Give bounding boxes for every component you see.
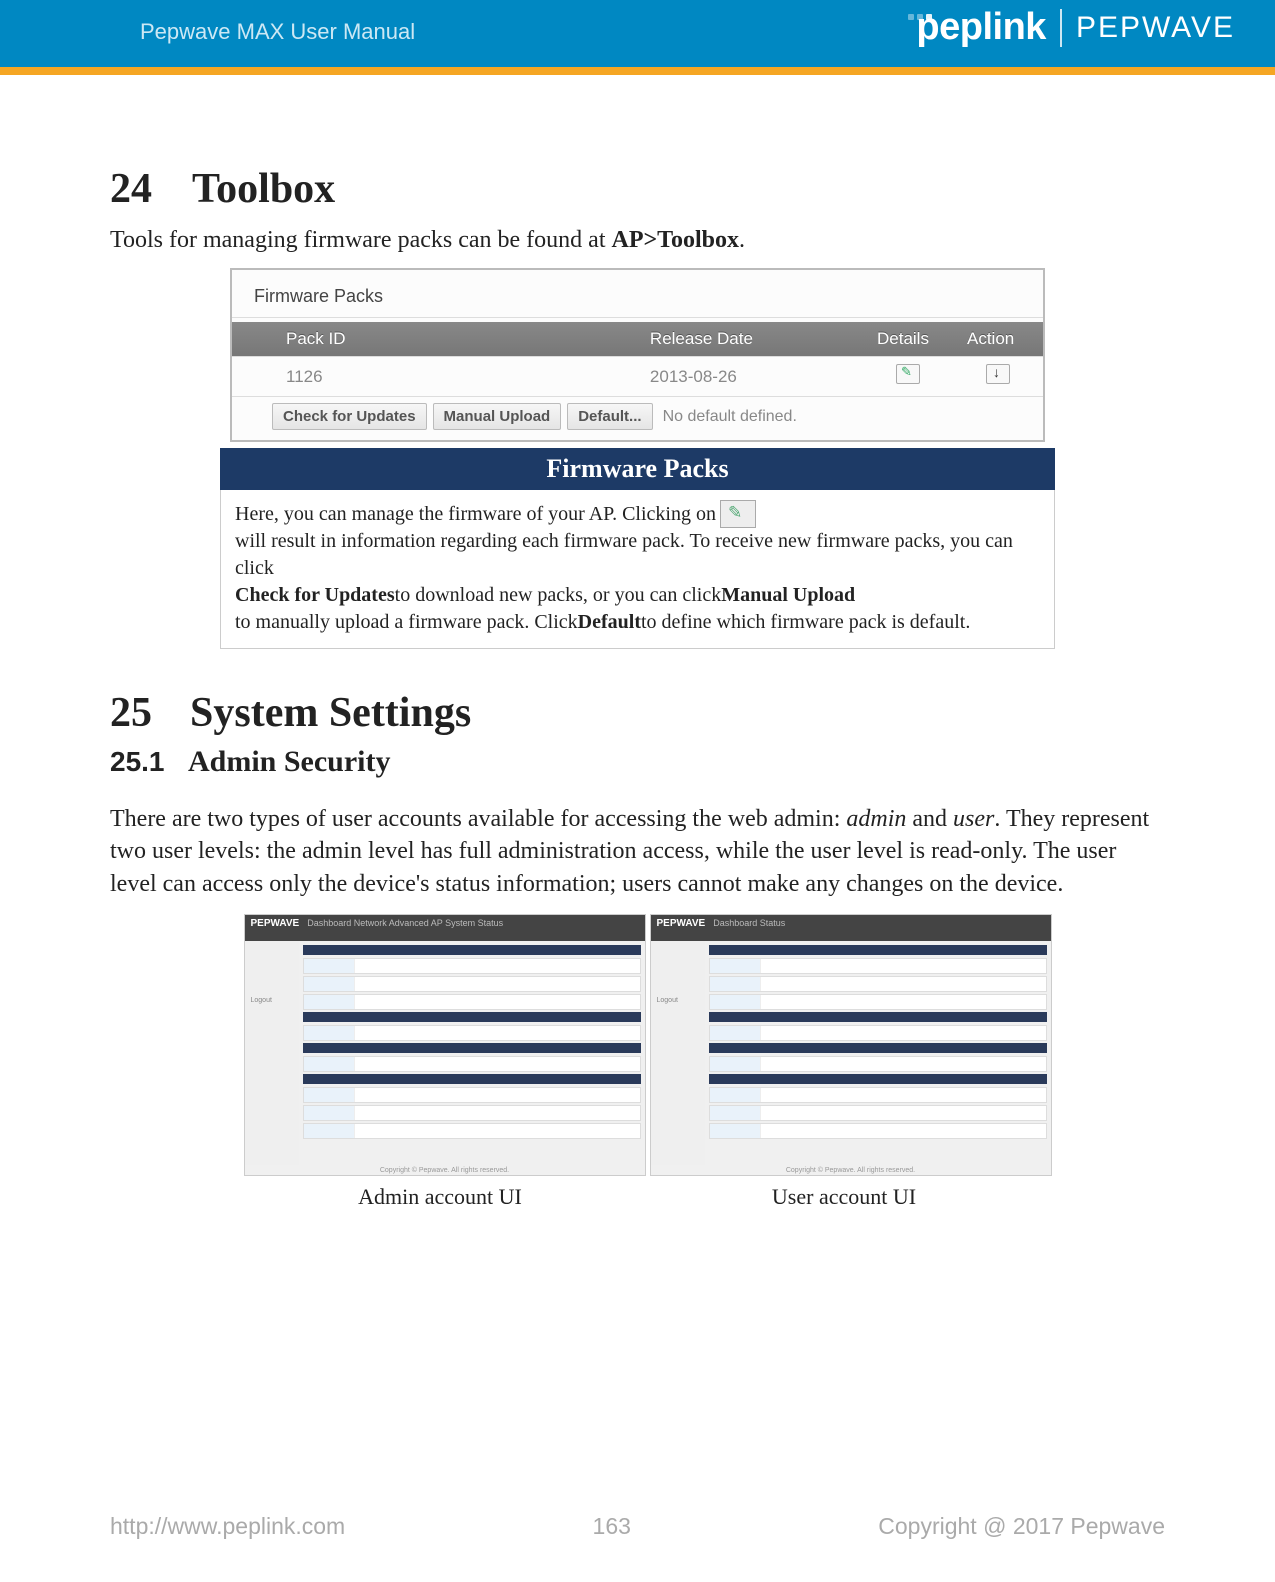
info-box: Here, you can manage the firmware of you…	[220, 490, 1055, 649]
manual-title: Pepwave MAX User Manual	[140, 19, 415, 45]
col-action: Action	[953, 322, 1043, 357]
cell-release-date: 2013-08-26	[636, 357, 863, 397]
inline-details-icon	[720, 500, 756, 528]
fp-panel-title: Firmware Packs	[232, 280, 1043, 318]
col-release-date: Release Date	[636, 322, 863, 357]
brand-pepwave: PEPWAVE	[1076, 11, 1235, 45]
footer-page-number: 163	[593, 1513, 631, 1540]
section-24-title: Toolbox	[192, 166, 335, 212]
default-button[interactable]: Default...	[567, 403, 652, 430]
footer-url[interactable]: http://www.peplink.com	[110, 1513, 345, 1540]
caption-user: User account UI	[644, 1184, 1044, 1210]
brand-block: peplink PEPWAVE	[916, 14, 1235, 49]
top-banner: Pepwave MAX User Manual peplink PEPWAVE	[0, 0, 1275, 75]
info-title-bar: Firmware Packs	[220, 448, 1055, 490]
caption-admin: Admin account UI	[240, 1184, 640, 1210]
firmware-packs-screenshot: Firmware Packs Pack ID Release Date Deta…	[230, 268, 1045, 442]
user-ui-screenshot: PEPWAVE Dashboard Status Logout	[650, 914, 1052, 1176]
section-24-heading: 24Toolbox	[110, 165, 1165, 213]
section-25-heading: 25System Settings	[110, 689, 1165, 737]
table-row: 1126 2013-08-26	[232, 357, 1043, 397]
ui-screenshots-row: PEPWAVE Dashboard Network Advanced AP Sy…	[240, 914, 1055, 1176]
cell-pack-id: 1126	[272, 357, 636, 397]
section-24-number: 24	[110, 165, 192, 213]
screenshot-captions: Admin account UI User account UI	[240, 1184, 1055, 1210]
section-25-1-heading: 25.1Admin Security	[110, 745, 1165, 779]
manual-upload-button[interactable]: Manual Upload	[433, 403, 562, 430]
col-details: Details	[863, 322, 953, 357]
download-icon[interactable]	[986, 364, 1010, 384]
section-25-number: 25	[110, 689, 190, 737]
fp-toolbar: Check for Updates Manual Upload Default.…	[232, 397, 1043, 430]
fp-table: Pack ID Release Date Details Action 1126…	[232, 322, 1043, 397]
details-icon[interactable]	[896, 364, 920, 384]
section-24-intro: Tools for managing firmware packs can be…	[110, 227, 1165, 254]
brand-dots-icon	[908, 14, 932, 20]
section-25-title: System Settings	[190, 690, 471, 736]
brand-separator-icon	[1060, 9, 1062, 47]
section-25-1-title: Admin Security	[188, 745, 391, 778]
default-status: No default defined.	[663, 408, 797, 426]
page-footer: http://www.peplink.com 163 Copyright @ 2…	[0, 1513, 1275, 1540]
section-25-1-number: 25.1	[110, 746, 188, 778]
brand-peplink: peplink	[916, 6, 1046, 49]
col-pack-id: Pack ID	[272, 322, 636, 357]
check-updates-button[interactable]: Check for Updates	[272, 403, 427, 430]
footer-copyright: Copyright @ 2017 Pepwave	[878, 1513, 1165, 1540]
admin-security-body: There are two types of user accounts ava…	[110, 803, 1165, 900]
admin-ui-screenshot: PEPWAVE Dashboard Network Advanced AP Sy…	[244, 914, 646, 1176]
